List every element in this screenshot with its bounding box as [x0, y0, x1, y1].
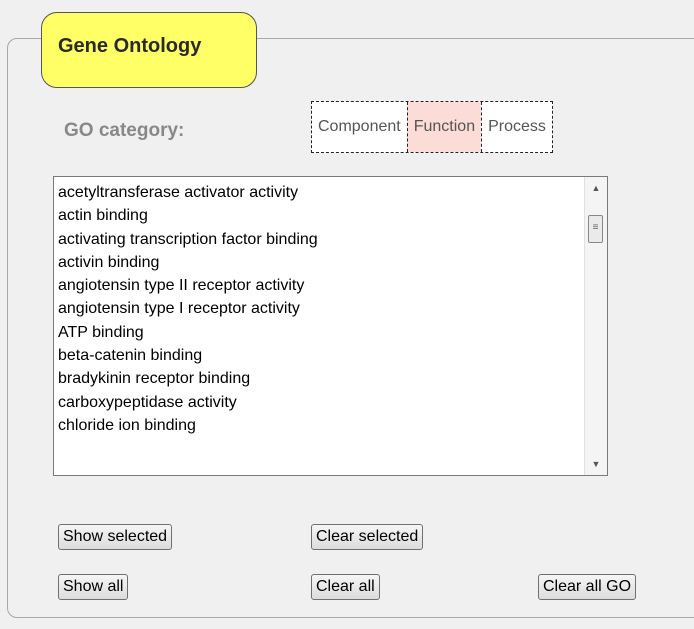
scroll-up-arrow-icon[interactable]: ▲ [585, 177, 607, 199]
show-selected-button[interactable]: Show selected [58, 524, 173, 550]
go-term-listbox[interactable]: acetyltransferase activator activity act… [53, 176, 608, 476]
list-item[interactable]: chloride ion binding [54, 414, 583, 437]
go-category-label: GO category: [64, 120, 185, 141]
clear-all-button[interactable]: Clear all [311, 574, 380, 600]
list-item[interactable]: ATP binding [54, 321, 583, 344]
list-item[interactable]: acetyltransferase activator activity [54, 181, 583, 204]
list-item[interactable]: activating transcription factor binding [54, 228, 583, 251]
clear-selected-button[interactable]: Clear selected [311, 524, 424, 550]
listbox-scrollbar[interactable]: ▲ ≡ ▼ [584, 177, 607, 475]
clear-all-go-button[interactable]: Clear all GO [538, 574, 637, 600]
go-category-selector: Component Function Process [311, 101, 553, 153]
category-component-button[interactable]: Component [312, 102, 407, 152]
category-function-button[interactable]: Function [406, 102, 482, 152]
list-item[interactable]: bradykinin receptor binding [54, 367, 583, 390]
list-item[interactable]: angiotensin type II receptor activity [54, 274, 583, 297]
list-item[interactable]: actin binding [54, 204, 583, 227]
category-process-button[interactable]: Process [481, 102, 552, 152]
list-item[interactable]: activin binding [54, 251, 583, 274]
list-item[interactable]: carboxypeptidase activity [54, 391, 583, 414]
scroll-thumb[interactable]: ≡ [588, 215, 603, 243]
show-all-button[interactable]: Show all [58, 574, 129, 600]
panel-title: Gene Ontology [41, 12, 257, 88]
list-item[interactable]: beta-catenin binding [54, 344, 583, 367]
list-item[interactable]: angiotensin type I receptor activity [54, 297, 583, 320]
scroll-down-arrow-icon[interactable]: ▼ [585, 453, 607, 475]
go-term-list: acetyltransferase activator activity act… [54, 181, 583, 437]
